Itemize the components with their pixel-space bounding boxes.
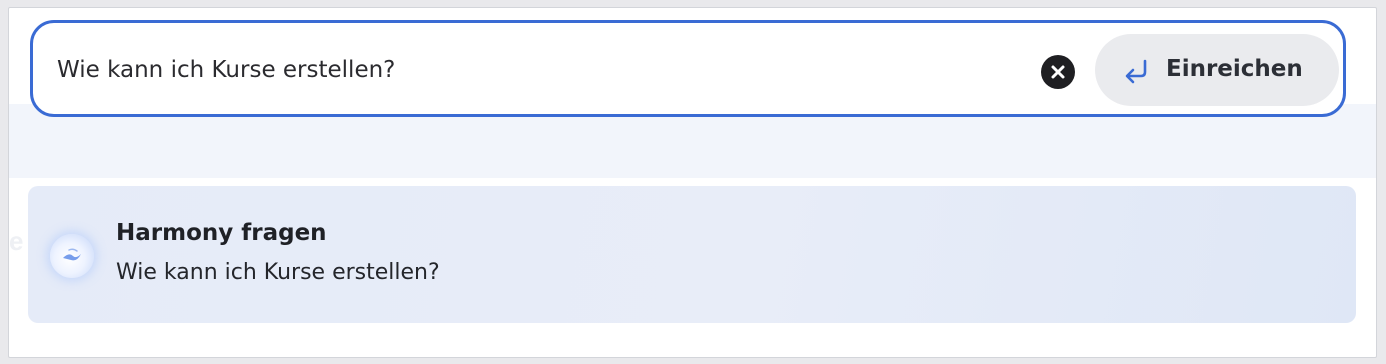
search-input[interactable]	[57, 52, 957, 88]
enter-arrow-icon	[1123, 57, 1151, 90]
submit-label: Einreichen	[1166, 56, 1303, 82]
ask-harmony-suggestion[interactable]: Harmony fragen Wie kann ich Kurse erstel…	[28, 186, 1356, 323]
harmony-orb-icon	[50, 234, 94, 278]
submit-button[interactable]: Einreichen	[1095, 34, 1339, 106]
suggestion-query-text: Wie kann ich Kurse erstellen?	[116, 260, 440, 285]
search-panel: e Einreichen Harmony fragen W	[8, 7, 1377, 358]
suggestion-title: Harmony fragen	[116, 220, 327, 246]
background-faded-text: e	[9, 226, 24, 256]
clear-icon[interactable]	[1041, 55, 1075, 89]
search-bar: Einreichen	[30, 20, 1346, 117]
